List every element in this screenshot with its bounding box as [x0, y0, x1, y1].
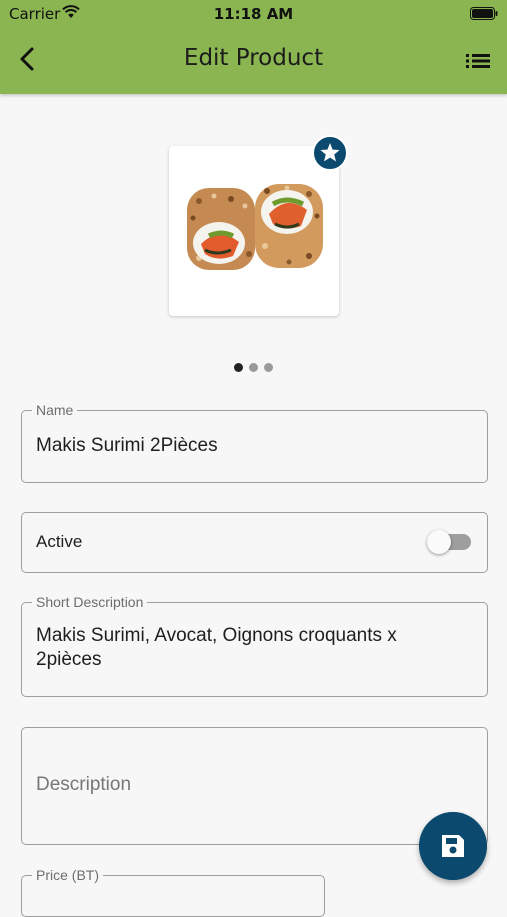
price-label: Price (BT) [32, 867, 103, 883]
short-description-input[interactable]: Makis Surimi, Avocat, Oignons croquants … [36, 624, 436, 672]
page-title: Edit Product [183, 45, 324, 71]
toggle-thumb[interactable] [427, 530, 451, 554]
status-bar: Carrier 11:18 AM [0, 0, 507, 28]
battery-icon [470, 7, 498, 20]
price-field[interactable]: Price (BT) [21, 867, 325, 917]
status-time: 11:18 AM [213, 5, 294, 23]
short-description-label: Short Description [32, 594, 148, 610]
name-label: Name [32, 402, 78, 418]
pager-dot[interactable] [234, 363, 243, 372]
name-field[interactable]: Name Makis Surimi 2Pièces [21, 402, 488, 483]
product-image-card[interactable] [169, 146, 339, 316]
list-icon[interactable] [465, 48, 491, 74]
description-field[interactable]: Description [21, 727, 488, 845]
save-icon [442, 835, 464, 857]
short-description-field[interactable]: Short Description Makis Surimi, Avocat, … [21, 594, 488, 697]
active-label: Active [36, 532, 83, 551]
app-bar: Edit Product [0, 28, 507, 94]
name-input[interactable]: Makis Surimi 2Pièces [36, 434, 218, 458]
pager-dot[interactable] [264, 363, 273, 372]
active-field: Active [21, 512, 488, 573]
save-button[interactable] [419, 812, 487, 880]
image-pager[interactable] [234, 359, 279, 377]
pager-dot[interactable] [249, 363, 258, 372]
description-input[interactable]: Description [36, 774, 131, 796]
product-image [187, 184, 323, 270]
star-icon[interactable] [312, 135, 348, 171]
